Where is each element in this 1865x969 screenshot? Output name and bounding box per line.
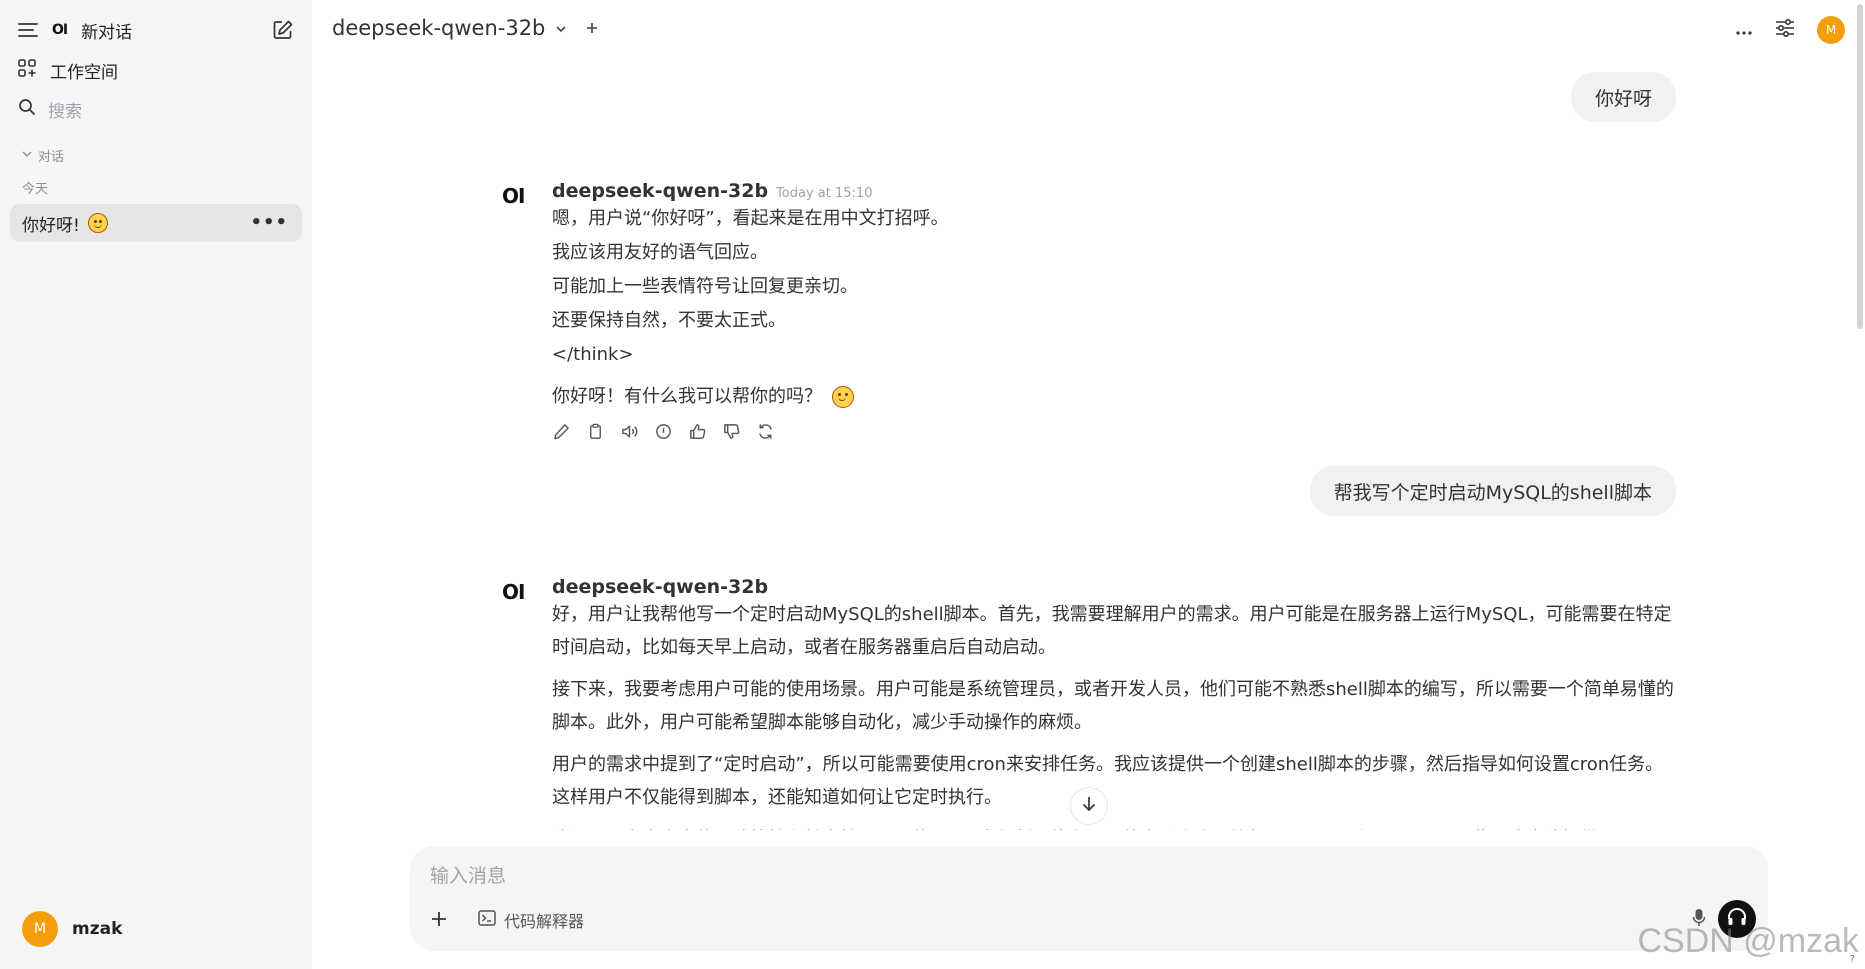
search-icon <box>18 98 36 121</box>
message-line: 还要保持自然，不要太正式。 <box>552 310 786 331</box>
chevron-down-icon <box>22 148 32 163</box>
assistant-reply-text: 你好呀！有什么我可以帮你的吗？ <box>552 386 822 407</box>
model-name: deepseek-qwen-32b <box>332 16 546 40</box>
search-placeholder: 搜索 <box>48 102 82 122</box>
assistant-logo: OI <box>502 184 525 208</box>
watermark: CSDN @mzak <box>1637 922 1859 960</box>
chevron-down-icon <box>555 16 567 40</box>
add-model-icon[interactable] <box>585 16 599 40</box>
user-message-text: 你好呀 <box>1594 87 1652 110</box>
message-composer: 代码解释器 <box>410 846 1768 951</box>
info-icon[interactable] <box>654 422 673 445</box>
section-label: 对话 <box>38 150 65 165</box>
message-line: 嗯，用户说“你好呀”，看起来是在用中文打招呼。 <box>552 208 949 229</box>
add-attachment-icon[interactable] <box>430 908 448 932</box>
help-button[interactable]: ? <box>1850 954 1855 965</box>
assistant-logo: OI <box>502 580 525 604</box>
settings-sliders-icon[interactable] <box>1775 18 1795 41</box>
avatar: M <box>22 911 58 947</box>
model-selector[interactable]: deepseek-qwen-32b <box>332 16 599 40</box>
message-paragraph: 接下来，我要考虑用户可能的使用场景。用户可能是系统管理员，或者开发人员，他们可能… <box>552 679 1674 733</box>
top-bar: deepseek-qwen-32b M <box>312 0 1865 329</box>
new-chat-label[interactable]: 新对话 <box>81 18 132 43</box>
message-paragraph: 好，用户让我帮他写一个定时启动MySQL的shell脚本。首先，我需要理解用户的… <box>552 604 1672 658</box>
copy-icon[interactable] <box>586 422 605 445</box>
regenerate-icon[interactable] <box>756 422 775 445</box>
smiley-emoji-icon <box>87 213 108 233</box>
user-message-bubble: 帮我写个定时启动MySQL的shell脚本 <box>1309 466 1676 516</box>
chat-list-item[interactable]: 你好呀! ••• <box>10 204 302 242</box>
terminal-icon <box>478 910 496 930</box>
group-label-today: 今天 <box>22 182 49 197</box>
user-message-text: 帮我写个定时启动MySQL的shell脚本 <box>1333 481 1652 504</box>
conversations-section-toggle[interactable]: 对话 <box>22 146 64 165</box>
new-chat-edit-icon[interactable] <box>272 19 294 41</box>
more-options-icon[interactable]: ••• <box>250 214 288 232</box>
message-timestamp: Today at 15:10 <box>776 186 873 201</box>
edit-icon[interactable] <box>552 422 571 445</box>
message-actions <box>552 422 1674 445</box>
user-name: mzak <box>72 919 123 939</box>
sidebar: OI 新对话 工作空间 搜索 对话 今天 你好呀! ••• M mzak <box>0 0 312 969</box>
user-menu[interactable]: M mzak <box>22 911 122 947</box>
smiley-emoji-icon <box>832 386 854 408</box>
assistant-model-name: deepseek-qwen-32b <box>552 576 769 598</box>
thumbs-up-icon[interactable] <box>688 422 707 445</box>
assistant-model-name: deepseek-qwen-32b <box>552 180 769 202</box>
code-interpreter-toggle[interactable]: 代码解释器 <box>478 908 584 932</box>
sidebar-search[interactable]: 搜索 <box>18 97 82 122</box>
code-interpreter-label: 代码解释器 <box>504 912 585 931</box>
workspace-label: 工作空间 <box>50 63 118 83</box>
message-paragraph: 用户的需求中提到了“定时启动”，所以可能需要使用cron来安排任务。我应该提供一… <box>552 754 1664 808</box>
assistant-message: OI deepseek-qwen-32b Today at 15:10 嗯，用户… <box>502 180 1674 445</box>
sidebar-top-bar: OI 新对话 <box>18 16 294 44</box>
read-aloud-icon[interactable] <box>620 422 639 445</box>
user-message-bubble: 你好呀 <box>1570 72 1676 122</box>
message-line: 我应该用友好的语气回应。 <box>552 242 768 263</box>
scrollbar[interactable] <box>1857 4 1863 329</box>
message-line: 可能加上一些表情符号让回复更亲切。 <box>552 276 858 297</box>
more-options-icon[interactable] <box>1735 21 1753 40</box>
thumbs-down-icon[interactable] <box>722 422 741 445</box>
message-input[interactable] <box>430 860 1530 892</box>
sidebar-item-workspace[interactable]: 工作空间 <box>18 58 118 83</box>
chat-title: 你好呀! <box>22 215 80 236</box>
arrow-down-icon <box>1081 795 1097 817</box>
scroll-to-bottom-button[interactable] <box>1070 787 1108 825</box>
workspace-icon <box>18 59 36 82</box>
menu-icon[interactable] <box>18 22 38 38</box>
message-line: </think> <box>552 344 634 365</box>
app-logo: OI <box>52 22 68 38</box>
avatar[interactable]: M <box>1817 16 1845 44</box>
